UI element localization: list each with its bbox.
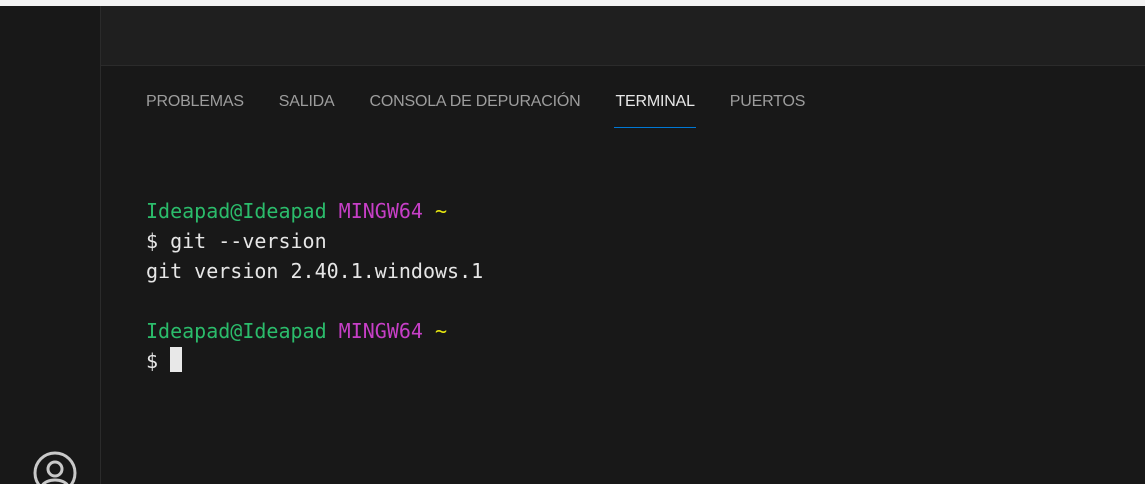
tab-problems[interactable]: PROBLEMAS [146, 88, 244, 116]
editor-area [101, 6, 1145, 66]
prompt-line: Ideapad@Ideapad MINGW64 ~ [146, 196, 483, 226]
prompt-env: MINGW64 [338, 319, 423, 343]
prompt-path: ~ [435, 319, 448, 343]
activity-bar [0, 6, 101, 484]
panel-tabs: PROBLEMAS SALIDA CONSOLA DE DEPURACIÓN T… [146, 88, 840, 128]
bottom-panel: PROBLEMAS SALIDA CONSOLA DE DEPURACIÓN T… [101, 66, 1145, 484]
terminal-cursor [170, 347, 183, 372]
tab-terminal[interactable]: TERMINAL [614, 88, 697, 128]
tab-output[interactable]: SALIDA [279, 88, 335, 116]
vscode-window: PROBLEMAS SALIDA CONSOLA DE DEPURACIÓN T… [0, 0, 1145, 484]
tab-debug-console[interactable]: CONSOLA DE DEPURACIÓN [370, 88, 581, 116]
prompt-user-host: Ideapad@Ideapad [146, 319, 327, 343]
command-output: git version 2.40.1.windows.1 [146, 259, 484, 283]
command-line: $ git --version [146, 229, 327, 253]
prompt-path: ~ [435, 199, 448, 223]
input-prefix: $ [146, 349, 171, 373]
prompt-user-host: Ideapad@Ideapad [146, 199, 327, 223]
account-icon[interactable] [30, 448, 80, 484]
prompt-env: MINGW64 [338, 199, 423, 223]
terminal-output[interactable]: Ideapad@Ideapad MINGW64 ~ $ git --version… [146, 196, 483, 376]
prompt-line: Ideapad@Ideapad MINGW64 ~ [146, 316, 483, 346]
tab-ports[interactable]: PUERTOS [730, 88, 806, 116]
input-line[interactable]: $ [146, 346, 483, 376]
